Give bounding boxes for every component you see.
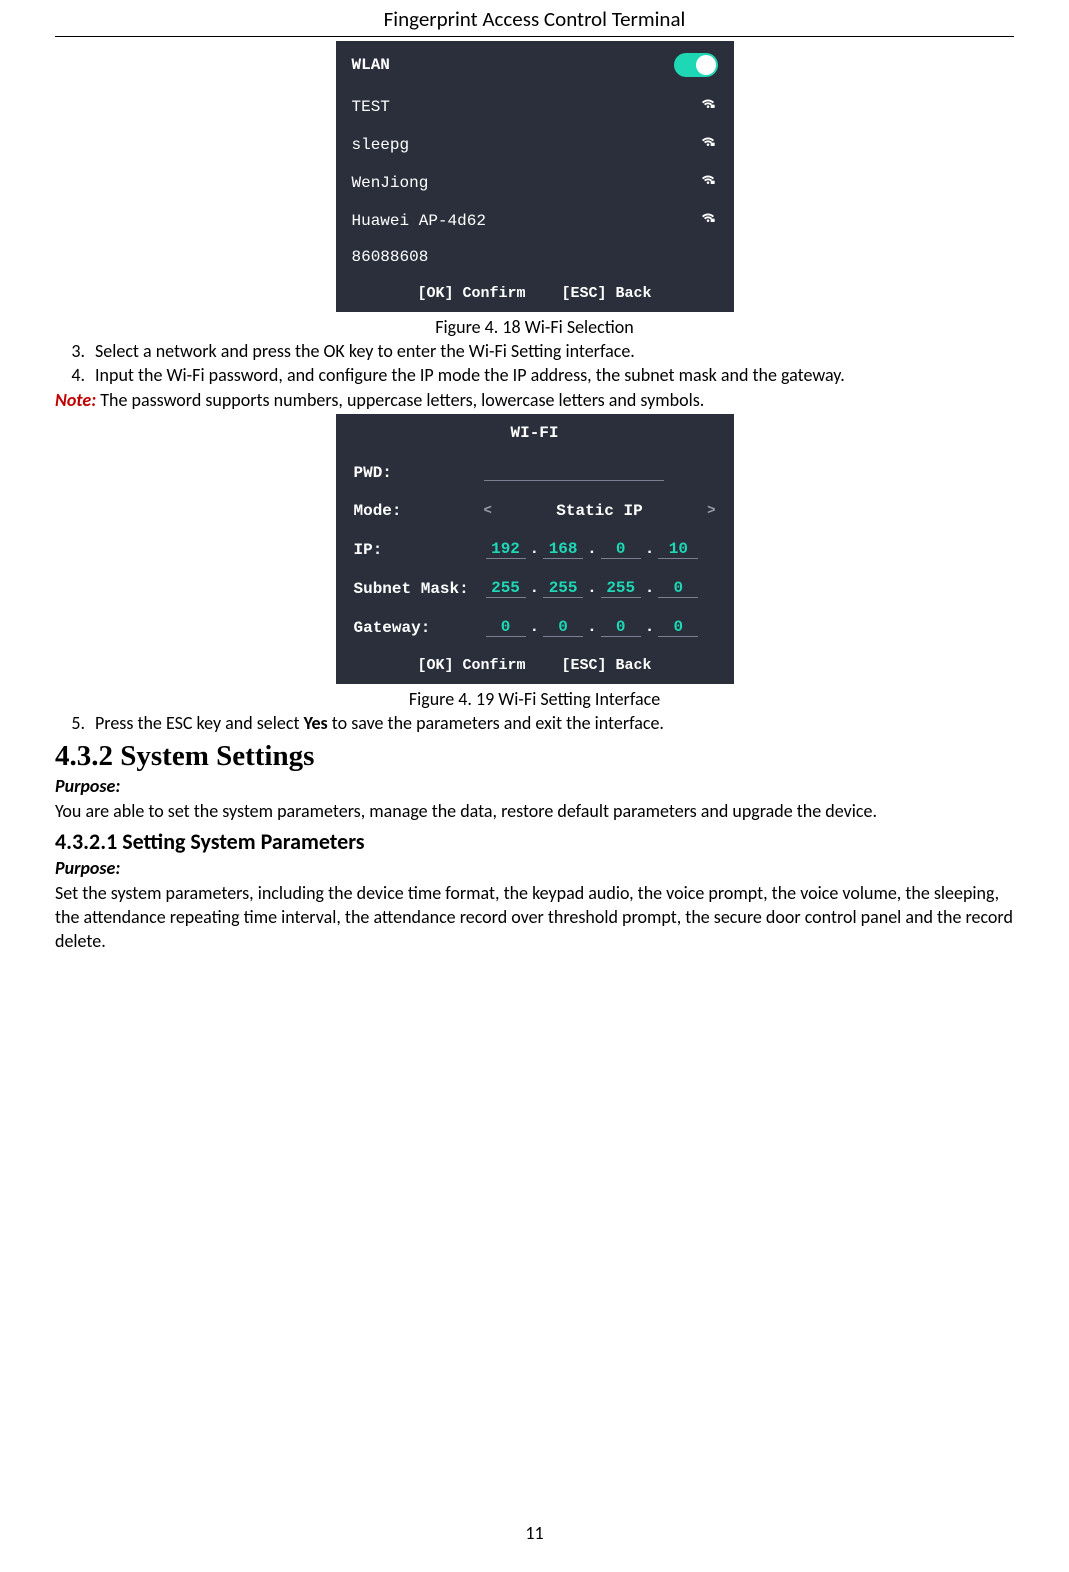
network-item-label[interactable]: Huawei AP-4d62	[352, 212, 486, 230]
note-text: The password supports numbers, uppercase…	[96, 389, 704, 411]
ip-octet[interactable]: 0	[601, 540, 641, 559]
subnet-octet[interactable]: 255	[486, 579, 526, 598]
page-header: Fingerprint Access Control Terminal	[55, 0, 1014, 37]
subnet-octet[interactable]: 0	[658, 579, 698, 598]
esc-back-label: [ESC] Back	[562, 285, 652, 302]
wifi-locked-icon	[698, 172, 718, 193]
step-number: 4.	[55, 364, 95, 386]
step-text: Press the ESC key and select Yes to save…	[95, 712, 1014, 734]
step-text: Select a network and press the OK key to…	[95, 340, 1014, 362]
step-text: Input the Wi-Fi password, and configure …	[95, 364, 1014, 386]
wifi-screen-title: WI-FI	[336, 414, 734, 454]
pwd-label: PWD:	[354, 464, 484, 482]
mode-label: Mode:	[354, 502, 484, 520]
wifi-setting-screenshot: WI-FI PWD: Mode: < Static IP > IP: 192.1…	[336, 414, 734, 684]
figure-caption: Figure 4. 18 Wi-Fi Selection	[55, 316, 1014, 338]
note-label: Note:	[55, 389, 96, 411]
wlan-label: WLAN	[352, 56, 390, 74]
gateway-octet[interactable]: 0	[486, 618, 526, 637]
ok-confirm-label: [OK] Confirm	[417, 285, 525, 302]
ip-octet[interactable]: 192	[486, 540, 526, 559]
ok-confirm-label: [OK] Confirm	[417, 657, 525, 674]
step-number: 5.	[55, 712, 95, 734]
gateway-octet[interactable]: 0	[601, 618, 641, 637]
wifi-selection-screenshot: WLAN TEST sleepg WenJiong Huawei AP-4d62…	[336, 41, 734, 312]
gateway-octet[interactable]: 0	[658, 618, 698, 637]
network-item-label[interactable]: WenJiong	[352, 174, 429, 192]
ip-octet[interactable]: 168	[543, 540, 583, 559]
purpose-text: Set the system parameters, including the…	[55, 881, 1014, 954]
chevron-right-icon[interactable]: >	[707, 503, 715, 519]
chevron-left-icon[interactable]: <	[484, 503, 492, 519]
subnet-octet[interactable]: 255	[601, 579, 641, 598]
subnet-label: Subnet Mask:	[354, 580, 484, 598]
purpose-label: Purpose:	[55, 857, 1014, 879]
pwd-input[interactable]	[484, 466, 664, 481]
network-item-label[interactable]: TEST	[352, 98, 390, 116]
step-text-post: to save the parameters and exit the inte…	[328, 712, 664, 734]
section-heading: 4.3.2 System Settings	[55, 740, 1014, 773]
network-item-label[interactable]: sleepg	[352, 136, 410, 154]
ip-label: IP:	[354, 541, 484, 559]
esc-back-label: [ESC] Back	[562, 657, 652, 674]
figure-caption: Figure 4. 19 Wi-Fi Setting Interface	[55, 688, 1014, 710]
step-text-pre: Press the ESC key and select	[95, 712, 304, 734]
step-text-bold: Yes	[304, 712, 328, 734]
wifi-locked-icon	[698, 96, 718, 117]
step-number: 3.	[55, 340, 95, 362]
wlan-toggle[interactable]	[674, 53, 718, 77]
mode-value[interactable]: Static IP	[556, 502, 642, 520]
wifi-locked-icon	[698, 134, 718, 155]
ip-octet[interactable]: 10	[658, 540, 698, 559]
gateway-octet[interactable]: 0	[543, 618, 583, 637]
wifi-locked-icon	[698, 210, 718, 231]
gateway-label: Gateway:	[354, 619, 484, 637]
purpose-label: Purpose:	[55, 775, 1014, 797]
network-item-label[interactable]: 86088608	[352, 248, 429, 266]
page-number: 11	[0, 1522, 1069, 1544]
purpose-text: You are able to set the system parameter…	[55, 799, 1014, 823]
subsection-heading: 4.3.2.1 Setting System Parameters	[55, 828, 1014, 855]
subnet-octet[interactable]: 255	[543, 579, 583, 598]
